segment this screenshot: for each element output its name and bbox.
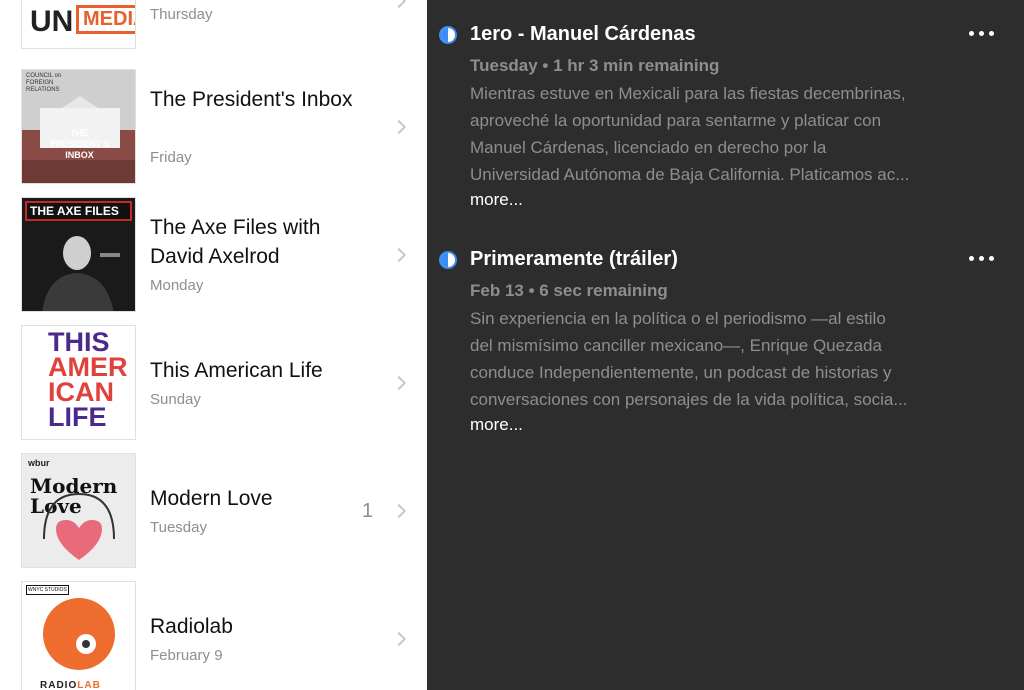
description-line: aproveché la oportunidad para sentarme y… xyxy=(470,111,882,130)
chevron-right-icon xyxy=(391,247,407,263)
podcast-artwork: THE AXE FILES xyxy=(21,197,136,312)
heart-headphones-illustration xyxy=(43,492,115,560)
artwork-text: LIFE xyxy=(48,402,107,432)
description-line: conduce Independientemente, un podcast d… xyxy=(470,363,892,382)
description-line: Universidad Autónoma de Baja California.… xyxy=(470,165,910,184)
podcast-row-modern-love[interactable]: wbur Modern Love Modern Love Tuesday 1 xyxy=(0,447,427,575)
podcast-artwork: UN MEDIA xyxy=(21,0,136,49)
episode-list: 1ero - Manuel Cárdenas Tuesday • 1 hr 3 … xyxy=(427,0,1024,690)
description-line: del mismísimo canciller mexicano—, Enriq… xyxy=(470,336,882,355)
artwork-name: RADIOLAB xyxy=(40,680,101,690)
podcast-row-this-american-life[interactable]: THIS AMER ICAN LIFE This American Life S… xyxy=(0,319,427,447)
episode-title: 1ero - Manuel Cárdenas xyxy=(470,23,696,45)
episode-description: Sin experiencia en la política o el peri… xyxy=(470,305,998,413)
description-line: Manuel Cárdenas, licenciado en derecho p… xyxy=(470,138,827,157)
more-options-icon[interactable] xyxy=(967,254,997,264)
artwork-name: THE PRESIDENT'S INBOX xyxy=(49,128,110,160)
podcast-day: Friday xyxy=(150,149,192,166)
podcast-artwork: wbur Modern Love xyxy=(21,453,136,568)
podcast-artwork: COUNCIL on FOREIGN RELATIONS THE PRESIDE… xyxy=(21,69,136,184)
description-line: Sin experiencia en la política o el peri… xyxy=(470,309,886,328)
episode-description: Mientras estuve en Mexicali para las fie… xyxy=(470,80,998,188)
podcast-row-axe-files[interactable]: THE AXE FILES The Axe Files with David A… xyxy=(0,191,427,319)
description-line: conversaciones con personajes de la vida… xyxy=(470,390,908,409)
more-link[interactable]: more... xyxy=(470,190,523,210)
artwork-text: UN xyxy=(30,5,74,38)
chevron-right-icon xyxy=(391,0,407,9)
chevron-right-icon xyxy=(391,631,407,647)
more-link[interactable]: more... xyxy=(470,415,523,435)
episode-title: Primeramente (tráiler) xyxy=(470,248,678,270)
podcast-list: UN MEDIA Thursday COUNCIL on FOREIGN REL… xyxy=(0,0,427,690)
chevron-right-icon xyxy=(391,375,407,391)
host-portrait-illustration xyxy=(42,236,120,311)
podcast-row-radiolab[interactable]: WNYC STUDIOS RADIOLAB Radiolab February … xyxy=(0,575,427,690)
podcast-day: Tuesday xyxy=(150,519,207,536)
podcast-title: The Axe Files with David Axelrod xyxy=(150,216,321,268)
episode-meta: Tuesday • 1 hr 3 min remaining xyxy=(470,56,720,75)
chevron-right-icon xyxy=(391,119,407,135)
podcast-day: Thursday xyxy=(150,6,213,23)
unplayed-count-badge: 1 xyxy=(362,500,374,522)
podcast-title: Radiolab xyxy=(150,615,233,638)
half-played-icon xyxy=(439,251,457,269)
podcast-artwork: WNYC STUDIOS RADIOLAB xyxy=(21,581,136,690)
more-options-icon[interactable] xyxy=(967,29,997,39)
artwork-org: COUNCIL on FOREIGN RELATIONS xyxy=(26,73,62,93)
half-played-icon xyxy=(439,26,457,44)
podcast-title: Modern Love xyxy=(150,487,273,510)
chevron-right-icon xyxy=(391,503,407,519)
description-line: Mientras estuve en Mexicali para las fie… xyxy=(470,84,906,103)
podcast-day: February 9 xyxy=(150,647,223,664)
podcast-title: This American Life xyxy=(150,359,323,382)
radiolab-logo-illustration xyxy=(43,598,115,670)
podcast-day: Monday xyxy=(150,277,204,294)
podcast-row-unmedia[interactable]: UN MEDIA Thursday xyxy=(0,0,427,56)
podcast-row-presidents-inbox[interactable]: COUNCIL on FOREIGN RELATIONS THE PRESIDE… xyxy=(0,63,427,191)
artwork-text: MEDIA xyxy=(76,5,135,34)
episode-meta: Feb 13 • 6 sec remaining xyxy=(470,281,668,300)
podcast-artwork: THIS AMER ICAN LIFE xyxy=(21,325,136,440)
podcast-day: Sunday xyxy=(150,391,201,408)
podcast-title: The President's Inbox xyxy=(150,88,353,111)
artwork-name: THE AXE FILES xyxy=(25,201,132,221)
